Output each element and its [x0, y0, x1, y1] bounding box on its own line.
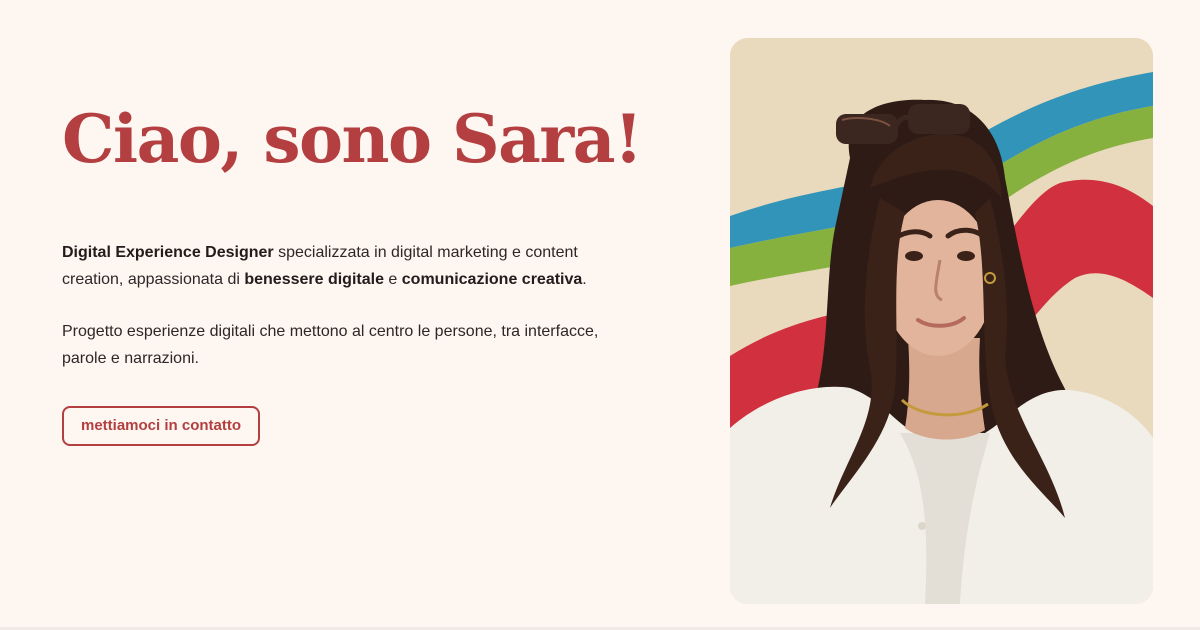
hero-section: Ciao, sono Sara! Digital Experience Desi…: [62, 100, 643, 447]
highlight-benessere: benessere digitale: [244, 270, 384, 288]
shirt-button: [918, 522, 926, 530]
description-paragraph: Progetto esperienze digitali che mettono…: [62, 323, 599, 367]
page-title: Ciao, sono Sara!: [62, 100, 643, 178]
highlight-comunicazione: comunicazione creativa: [401, 270, 583, 288]
portrait-photo: [730, 38, 1153, 604]
eye-right: [957, 251, 975, 261]
role-highlight: Digital Experience Designer: [62, 244, 274, 262]
intro-paragraph: Digital Experience Designer specializzat…: [62, 240, 642, 293]
eye-left: [905, 251, 923, 261]
intro-text-2: e: [383, 270, 402, 288]
contact-button[interactable]: mettiamoci in contatto: [62, 406, 261, 447]
portrait-illustration: [730, 38, 1153, 604]
intro-text-3: .: [582, 270, 587, 288]
